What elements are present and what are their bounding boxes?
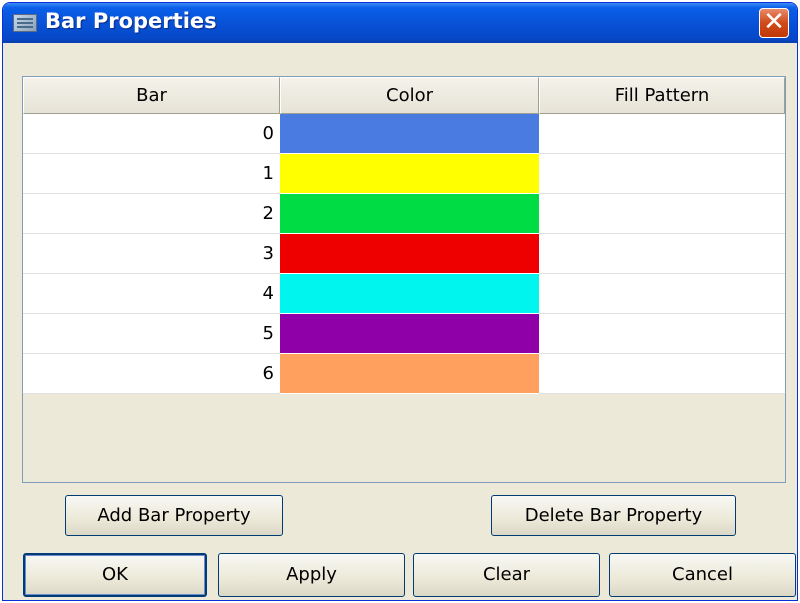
table-row[interactable]: 1 <box>23 154 785 194</box>
close-button[interactable]: ✕ <box>759 8 789 38</box>
fill-pattern-cell[interactable] <box>539 314 785 354</box>
table-row[interactable]: 2 <box>23 194 785 234</box>
color-swatch-cell[interactable] <box>280 274 539 314</box>
bar-index-cell[interactable]: 1 <box>23 154 280 194</box>
color-swatch-cell[interactable] <box>280 354 539 394</box>
table-row[interactable]: 4 <box>23 274 785 314</box>
color-swatch-cell[interactable] <box>280 314 539 354</box>
cancel-button[interactable]: Cancel <box>609 553 796 597</box>
column-header-bar[interactable]: Bar <box>23 77 280 114</box>
bar-index-cell[interactable]: 4 <box>23 274 280 314</box>
bar-index-cell[interactable]: 2 <box>23 194 280 234</box>
table-header: Bar Color Fill Pattern <box>23 77 785 114</box>
app-icon <box>13 14 37 32</box>
fill-pattern-cell[interactable] <box>539 154 785 194</box>
clear-button[interactable]: Clear <box>413 553 600 597</box>
bar-index-cell[interactable]: 0 <box>23 114 280 154</box>
title-bar[interactable]: Bar Properties ✕ <box>3 3 797 43</box>
add-bar-property-button[interactable]: Add Bar Property <box>65 495 283 536</box>
column-header-color[interactable]: Color <box>280 77 539 114</box>
color-swatch-cell[interactable] <box>280 194 539 234</box>
fill-pattern-cell[interactable] <box>539 114 785 154</box>
color-swatch-cell[interactable] <box>280 114 539 154</box>
delete-bar-property-button[interactable]: Delete Bar Property <box>491 495 736 536</box>
ok-button[interactable]: OK <box>23 553 207 597</box>
fill-pattern-cell[interactable] <box>539 274 785 314</box>
bar-index-cell[interactable]: 5 <box>23 314 280 354</box>
window-title: Bar Properties <box>45 9 217 33</box>
color-swatch-cell[interactable] <box>280 154 539 194</box>
table-row[interactable]: 6 <box>23 354 785 394</box>
table-row[interactable]: 3 <box>23 234 785 274</box>
fill-pattern-cell[interactable] <box>539 354 785 394</box>
apply-button[interactable]: Apply <box>218 553 405 597</box>
table-row[interactable]: 5 <box>23 314 785 354</box>
bar-index-cell[interactable]: 6 <box>23 354 280 394</box>
color-swatch-cell[interactable] <box>280 234 539 274</box>
fill-pattern-cell[interactable] <box>539 234 785 274</box>
bar-properties-dialog: Bar Properties ✕ Bar Color Fill Pattern … <box>2 2 798 601</box>
bar-index-cell[interactable]: 3 <box>23 234 280 274</box>
bar-properties-table: Bar Color Fill Pattern 0123456 <box>22 76 786 483</box>
fill-pattern-cell[interactable] <box>539 194 785 234</box>
table-row[interactable]: 0 <box>23 114 785 154</box>
column-header-fill-pattern[interactable]: Fill Pattern <box>539 77 785 114</box>
